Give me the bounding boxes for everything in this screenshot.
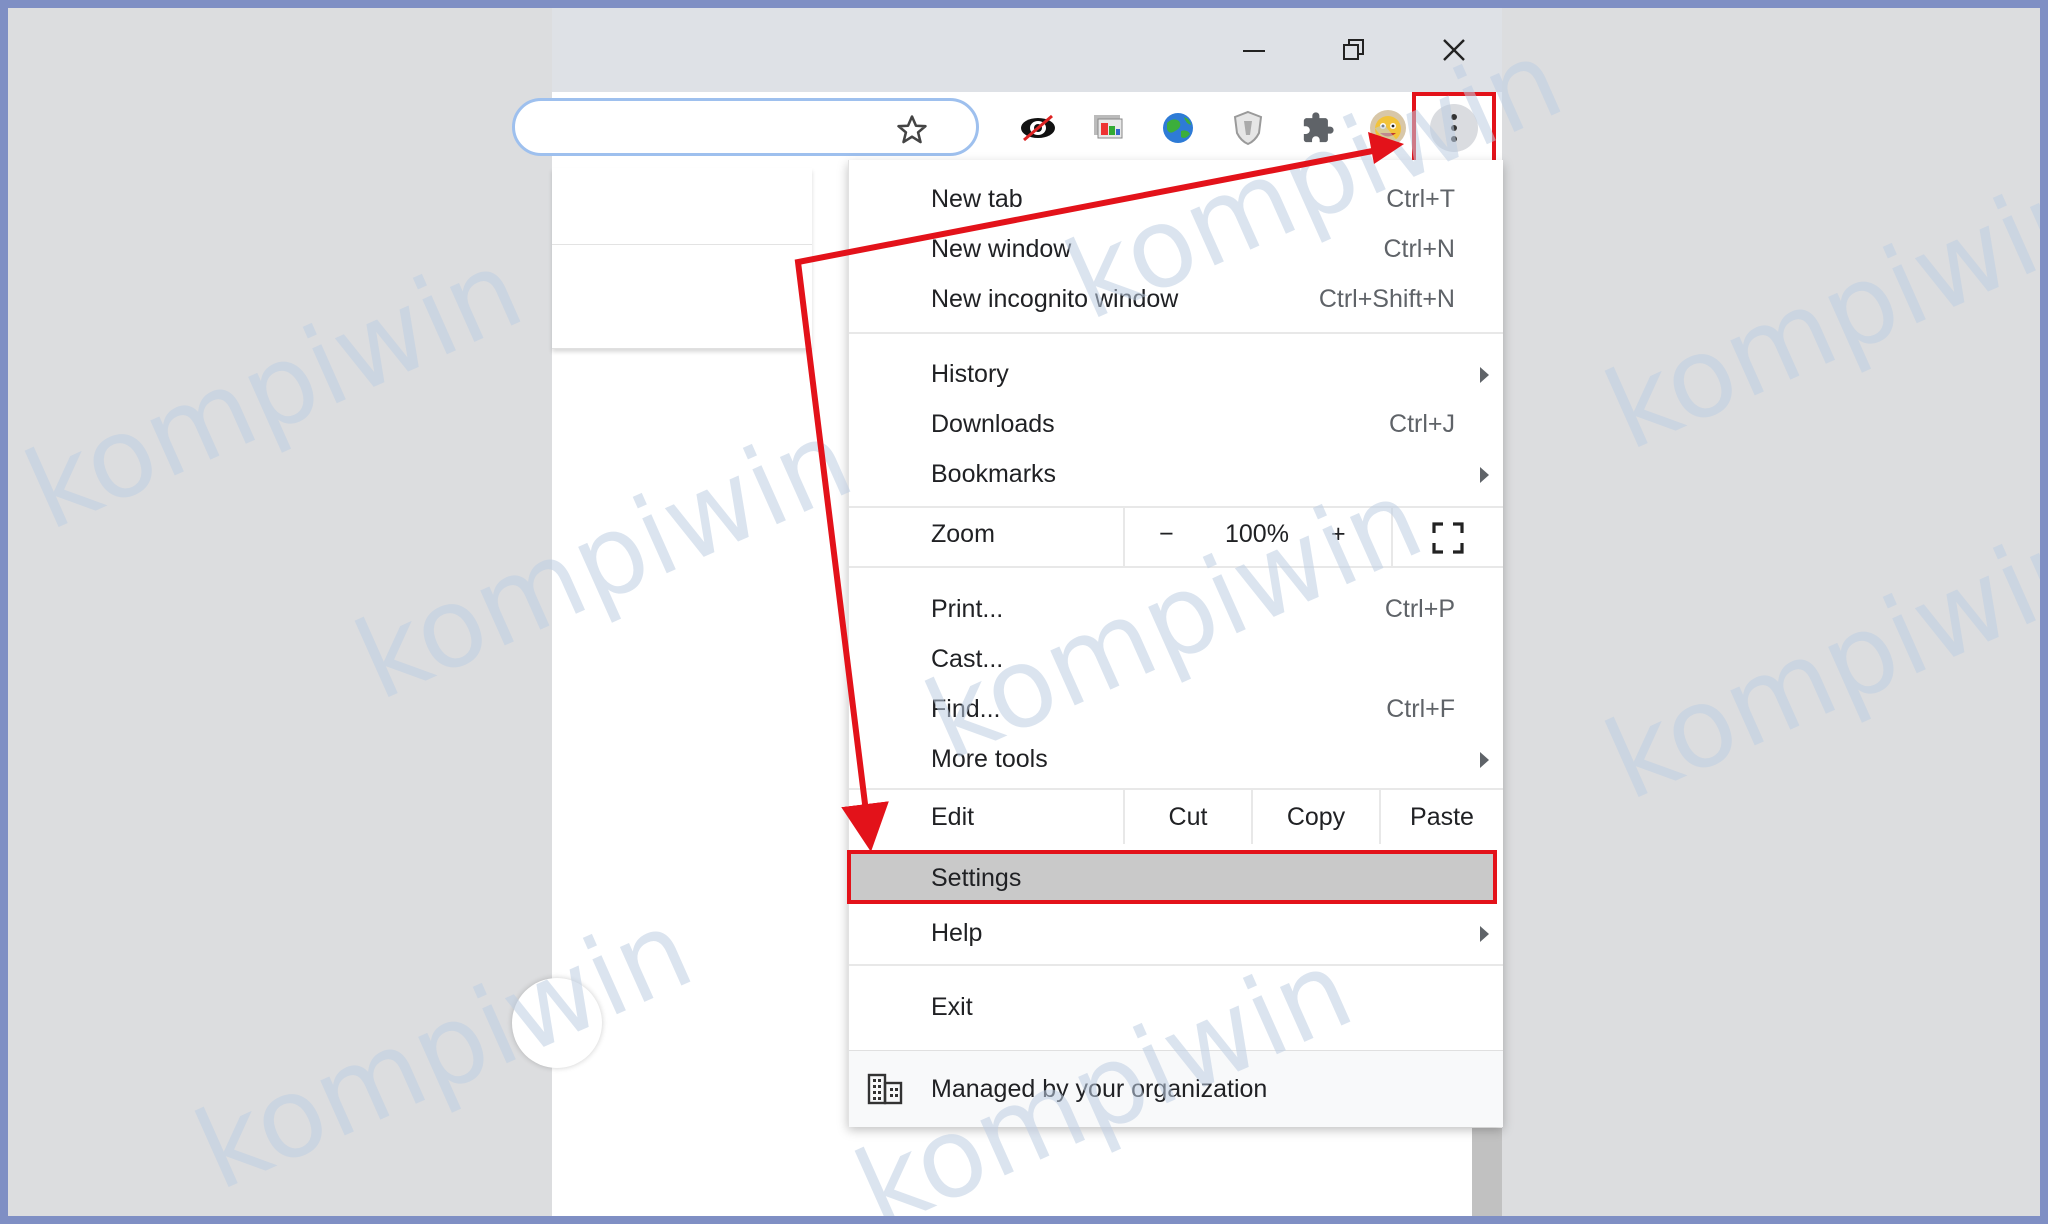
globe-extension-icon[interactable] <box>1154 104 1202 152</box>
more-vert-icon <box>1451 114 1457 142</box>
paste-button[interactable]: Paste <box>1381 790 1503 844</box>
address-bar[interactable] <box>512 98 979 156</box>
divider <box>552 244 812 245</box>
fullscreen-button[interactable] <box>1431 521 1465 555</box>
menu-item-new-incognito-window[interactable]: New incognito window Ctrl+Shift+N <box>849 274 1503 324</box>
submenu-arrow-icon <box>1480 467 1489 483</box>
menu-separator <box>849 566 1503 568</box>
browser-window: New tab Ctrl+T New window Ctrl+N New inc… <box>512 8 1503 1216</box>
screen-extension-icon[interactable] <box>1084 104 1132 152</box>
copy-button[interactable]: Copy <box>1253 790 1379 844</box>
shortcut-label: Ctrl+Shift+N <box>1318 285 1455 313</box>
menu-item-label: Cast... <box>931 645 1004 673</box>
menu-item-label: Settings <box>931 864 1022 892</box>
menu-item-label: More tools <box>931 745 1048 773</box>
more-menu-button[interactable] <box>1430 104 1478 152</box>
submenu-arrow-icon <box>1480 926 1489 942</box>
menu-item-bookmarks[interactable]: Bookmarks <box>849 449 1503 499</box>
browser-toolbar <box>512 92 1502 168</box>
edit-row: Edit Cut Copy Paste <box>849 790 1503 844</box>
menu-item-find[interactable]: Find... Ctrl+F <box>849 684 1503 734</box>
close-button[interactable] <box>1424 22 1484 78</box>
watermark-logo: kompiwin <box>1588 494 2040 825</box>
menu-item-exit[interactable]: Exit <box>849 982 1503 1032</box>
restore-button[interactable] <box>1324 22 1384 78</box>
menu-item-label: Print... <box>931 595 1004 623</box>
menu-item-new-window[interactable]: New window Ctrl+N <box>849 224 1503 274</box>
menu-item-label: New tab <box>931 185 1023 213</box>
submenu-arrow-icon <box>1480 367 1489 383</box>
menu-item-label: Downloads <box>931 410 1055 438</box>
minimize-icon <box>1243 50 1265 52</box>
menu-item-label: Find... <box>931 695 1001 723</box>
menu-item-label: Help <box>931 919 983 947</box>
building-icon <box>867 1073 903 1105</box>
chrome-main-menu: New tab Ctrl+T New window Ctrl+N New inc… <box>847 160 1503 1127</box>
menu-item-more-tools[interactable]: More tools <box>849 734 1503 784</box>
zoom-out-button[interactable]: − <box>1159 520 1174 549</box>
menu-separator <box>849 332 1503 334</box>
shortcut-label: Ctrl+J <box>1389 410 1455 438</box>
eye-extension-icon[interactable] <box>1014 104 1062 152</box>
bookmark-star-icon[interactable] <box>893 111 931 149</box>
menu-item-downloads[interactable]: Downloads Ctrl+J <box>849 399 1503 449</box>
managed-by-organization[interactable]: Managed by your organization <box>849 1050 1503 1127</box>
managed-label: Managed by your organization <box>931 1075 1268 1103</box>
close-icon <box>1443 39 1465 61</box>
menu-item-label: Bookmarks <box>931 460 1057 488</box>
menu-separator <box>849 964 1503 966</box>
restore-icon <box>1343 39 1364 60</box>
shortcut-label: Ctrl+P <box>1384 595 1455 623</box>
scrollbar[interactable] <box>1472 1128 1502 1216</box>
menu-item-label: New incognito window <box>931 285 1179 313</box>
shortcut-label: Ctrl+N <box>1383 235 1455 263</box>
shortcut-label: Ctrl+T <box>1386 185 1455 213</box>
page-card <box>552 168 812 349</box>
menu-button-highlight <box>1412 92 1496 164</box>
menu-item-print[interactable]: Print... Ctrl+P <box>849 584 1503 634</box>
divider <box>1391 508 1393 566</box>
menu-item-label: New window <box>931 235 1072 263</box>
divider <box>1123 508 1125 566</box>
edit-label: Edit <box>931 802 975 831</box>
cut-button[interactable]: Cut <box>1125 790 1251 844</box>
menu-item-history[interactable]: History <box>849 349 1503 399</box>
shield-extension-icon[interactable] <box>1224 104 1272 152</box>
screenshot-frame: New tab Ctrl+T New window Ctrl+N New inc… <box>8 8 2040 1216</box>
menu-item-settings[interactable]: Settings <box>847 850 1497 904</box>
menu-item-label: Exit <box>931 993 973 1021</box>
menu-item-new-tab[interactable]: New tab Ctrl+T <box>849 174 1503 224</box>
zoom-level: 100% <box>1225 520 1289 548</box>
fullscreen-icon <box>1432 522 1464 554</box>
minimize-button[interactable] <box>1224 22 1284 78</box>
menu-item-cast[interactable]: Cast... <box>849 634 1503 684</box>
shortcut-label: Ctrl+F <box>1386 695 1455 723</box>
submenu-arrow-icon <box>1480 752 1489 768</box>
page-circle-element <box>512 978 602 1068</box>
zoom-row: Zoom − 100% + <box>849 508 1503 566</box>
zoom-label: Zoom <box>931 520 995 548</box>
watermark-logo: kompiwin <box>1588 144 2040 475</box>
profile-avatar[interactable] <box>1364 104 1412 152</box>
title-bar <box>552 8 1502 92</box>
zoom-in-button[interactable]: + <box>1331 520 1346 549</box>
menu-item-label: History <box>931 360 1009 388</box>
menu-item-help[interactable]: Help <box>849 908 1503 958</box>
watermark-logo: kompiwin <box>8 224 540 555</box>
puzzle-extensions-icon[interactable] <box>1294 104 1342 152</box>
